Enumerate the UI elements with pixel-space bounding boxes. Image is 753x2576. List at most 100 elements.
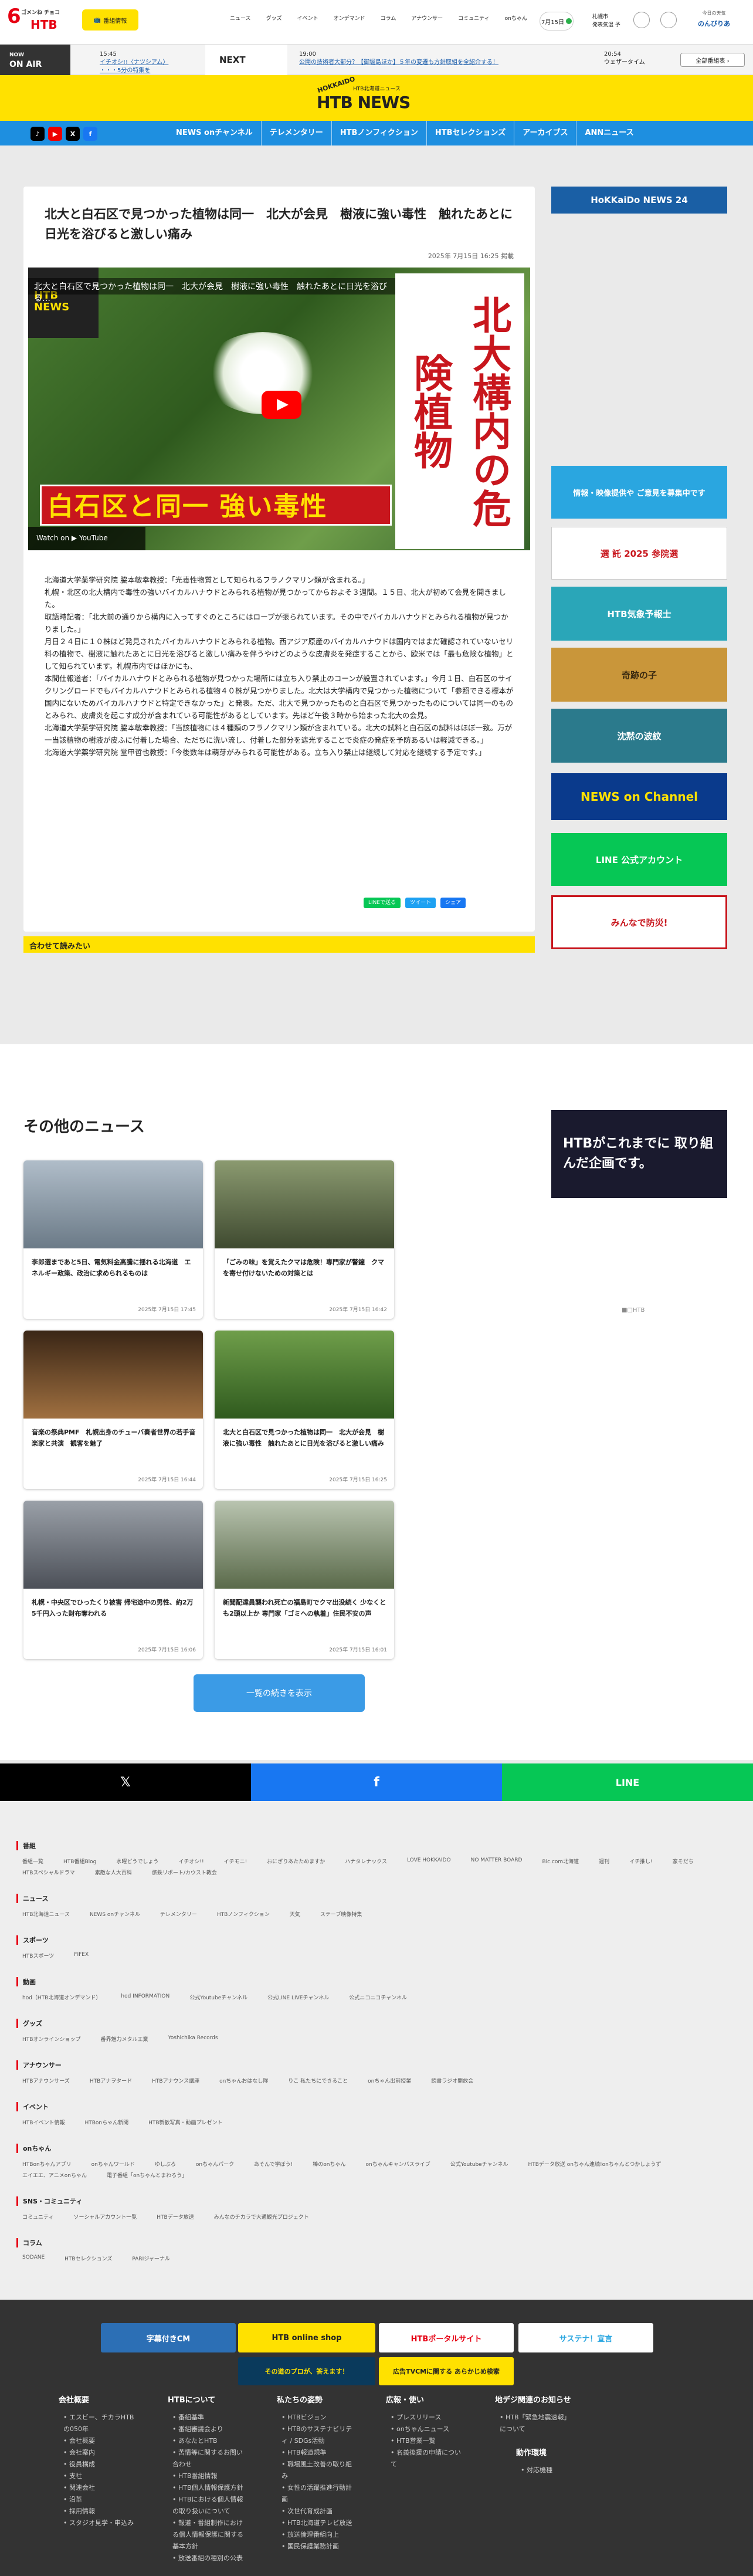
footer-shop-banner[interactable]: HTB online shop xyxy=(238,2323,375,2352)
onair-next[interactable]: 19:00 公開の技術者大部分？【御堀島ほか】５年の変遷も方針取組を全紹介する！ xyxy=(299,50,498,67)
sitemap-link[interactable]: onちゃんおはなし隊 xyxy=(219,2077,268,2084)
tiktok-icon[interactable]: ♪ xyxy=(30,127,45,141)
sitemap-link[interactable]: HTBセレクションズ xyxy=(65,2255,112,2262)
play-icon[interactable] xyxy=(262,391,301,419)
show-more-button[interactable]: 一覧の続きを表示 xyxy=(194,1674,365,1712)
news-card[interactable]: 「ごみの味」を覚えたクマは危険！専門家が警鐘 クマを寄せ付けないための対策とは 2… xyxy=(215,1160,394,1319)
sitemap-link[interactable]: HTBonちゃんアプリ xyxy=(22,2160,72,2168)
sitemap-link[interactable]: onちゃんキャンバスライブ xyxy=(366,2160,430,2168)
sitemap-link[interactable]: 棒のonちゃん xyxy=(313,2160,345,2168)
footer-sustena-banner[interactable]: サステナ！宣言 xyxy=(518,2323,653,2352)
sitemap-heading[interactable]: イベント xyxy=(16,2102,737,2111)
footer-link[interactable]: • 放送番組の種別の公表 xyxy=(168,2553,244,2564)
sitemap-heading[interactable]: スポーツ xyxy=(16,1935,737,1945)
chinmoku-banner[interactable]: 沈黙の波紋 xyxy=(551,709,727,763)
footer-link[interactable]: • プレスリリース xyxy=(386,2412,462,2423)
news-card[interactable]: 李郎選まであと5日、電気料金高騰に揺れる北海道 エネルギー政策、政治に求められる… xyxy=(23,1160,203,1319)
sitemap-link[interactable]: HTB北海道ニュース xyxy=(22,1910,70,1918)
youtube-icon[interactable]: ▶ xyxy=(48,127,62,141)
topnav-ondemand[interactable]: オンデマンド xyxy=(334,14,365,22)
footer-link[interactable]: • 対応機種 xyxy=(516,2465,592,2476)
sitemap-link[interactable]: テレメンタリー xyxy=(160,1910,197,1918)
nav-news-on-channel[interactable]: NEWS onチャンネル xyxy=(168,121,261,145)
facebook-share-button[interactable]: シェア xyxy=(440,898,466,908)
sitemap-link[interactable]: ゆしぶろ xyxy=(155,2160,176,2168)
sitemap-link[interactable]: onちゃん出前授業 xyxy=(368,2077,411,2084)
footer-link[interactable]: • 支社 xyxy=(59,2470,135,2482)
nav-nonfiction[interactable]: HTBノンフィクション xyxy=(331,121,426,145)
footer-link[interactable]: • スタジオ見学・申込み xyxy=(59,2517,135,2529)
sitemap-link[interactable]: 公式Youtubeチャンネル xyxy=(450,2160,508,2168)
footer-link[interactable]: • 名義後援の申請について xyxy=(386,2447,462,2470)
nav-archives[interactable]: アーカイブス xyxy=(514,121,576,145)
footer-link[interactable]: • 役員構成 xyxy=(59,2459,135,2470)
footer-link[interactable]: • あなたとHTB xyxy=(168,2435,244,2447)
footer-link[interactable]: • onちゃんニュース xyxy=(386,2423,462,2435)
sitemap-link[interactable]: NEWS onチャンネル xyxy=(90,1910,140,1918)
sitemap-link[interactable]: 素敵な人大百科 xyxy=(95,1868,132,1876)
footer-pro-banner[interactable]: その道のプロが、答えます！ xyxy=(238,2357,375,2385)
sitemap-link[interactable]: Bic.com北海道 xyxy=(542,1857,579,1865)
topnav-news[interactable]: ニュース xyxy=(230,14,251,22)
footer-link[interactable]: • HTB個人情報保護方針 xyxy=(168,2482,244,2494)
topnav-onchan[interactable]: onちゃん xyxy=(505,14,527,22)
footer-link[interactable]: • HTB報道規準 xyxy=(277,2447,353,2459)
news24-banner[interactable]: HoKKaiDo NEWS 24 xyxy=(551,187,727,214)
sitemap-link[interactable]: 水曜どうでしょう xyxy=(116,1857,158,1865)
sitemap-link[interactable]: 週刊 xyxy=(599,1857,609,1865)
sitemap-link[interactable]: hod INFORMATION xyxy=(121,1993,169,2001)
sitemap-link[interactable]: イチモニ! xyxy=(224,1857,247,1865)
weather-forecaster-banner[interactable]: HTB気象予報士 xyxy=(551,587,727,641)
footer-link[interactable]: • 職場風土改善の取り組み xyxy=(277,2459,353,2482)
footer-link[interactable]: • 女性の活躍推進行動計画 xyxy=(277,2482,353,2506)
footer-link[interactable]: • 国民保護業務計画 xyxy=(277,2541,353,2553)
sitemap-link[interactable]: りこ 私たちにできること xyxy=(288,2077,348,2084)
sitemap-heading[interactable]: 番組 xyxy=(16,1841,737,1850)
htb-projects-banner[interactable]: HTBがこれまでに 取り組んだ企画です。 xyxy=(551,1110,727,1198)
onair-now[interactable]: 15:45 イチオシ!!〈ナツシアム〉 ・・・5分の特集を xyxy=(100,50,168,75)
kiseki-banner[interactable]: 奇跡の子 xyxy=(551,648,727,702)
footer-tvcm-banner[interactable]: 広告TVCMに関する あらかじめ検索 xyxy=(379,2357,514,2385)
nav-selections[interactable]: HTBセレクションズ xyxy=(426,121,514,145)
sitemap-link[interactable]: HTBアナウンス講座 xyxy=(152,2077,199,2084)
footer-link[interactable]: • 報道・番組制作における個人情報保護に関する基本方針 xyxy=(168,2517,244,2553)
sitemap-link[interactable]: HTBonちゃん新聞 xyxy=(84,2118,128,2126)
sitemap-link[interactable]: コミュニティ xyxy=(22,2213,53,2220)
topnav-event[interactable]: イベント xyxy=(297,14,318,22)
x-icon[interactable]: X xyxy=(66,127,80,141)
news-card[interactable]: 新聞配達員襲われ死亡の福島町でクマ出没続く 少なくとも2頭以上か 専門家「ゴミへ… xyxy=(215,1501,394,1659)
footer-link[interactable]: • エスビー、チカラHTBの050年 xyxy=(59,2412,135,2435)
region-selector[interactable]: 今日の天気 のんびりあ xyxy=(698,8,730,29)
topnav-community[interactable]: コミュニティ xyxy=(458,14,489,22)
topnav-column[interactable]: コラム xyxy=(381,14,396,22)
footer-link[interactable]: • 次世代育成計画 xyxy=(277,2506,353,2517)
sitemap-link[interactable]: 番界魅力メタル工業 xyxy=(100,2035,148,2043)
htb-news-logo[interactable]: HOKKAIDO HTB北海道ニュース HTB NEWS xyxy=(317,75,436,115)
line-share-bar-button[interactable]: LINE xyxy=(502,1763,753,1801)
footer-portal-banner[interactable]: HTBポータルサイト xyxy=(379,2323,514,2352)
topnav-announcer[interactable]: アナウンサー xyxy=(411,14,443,22)
sitemap-heading[interactable]: ニュース xyxy=(16,1894,737,1903)
footer-link[interactable]: • 関連会社 xyxy=(59,2482,135,2494)
sitemap-link[interactable]: ソーシャルアカウント一覧 xyxy=(73,2213,137,2220)
sitemap-link[interactable]: HTBアナヲタード xyxy=(90,2077,132,2084)
sitemap-link[interactable]: Yoshichika Records xyxy=(168,2035,218,2043)
footer-link[interactable]: • HTB北海道テレビ放送 xyxy=(277,2517,353,2529)
sitemap-link[interactable]: HTB番組Blog xyxy=(63,1857,96,1865)
sitemap-link[interactable]: イチ推し! xyxy=(629,1857,653,1865)
footer-link[interactable]: • 番組審議会より xyxy=(168,2423,244,2435)
footer-link[interactable]: • HTBのサステナビリティ / SDGs活動 xyxy=(277,2423,353,2447)
facebook-share-bar-button[interactable]: f xyxy=(251,1763,502,1801)
topnav-goods[interactable]: グッズ xyxy=(266,14,282,22)
sitemap-link[interactable]: あそんで学ぼう! xyxy=(254,2160,293,2168)
sitemap-heading[interactable]: 動画 xyxy=(16,1977,737,1986)
sitemap-link[interactable]: エイエエ、アニメonちゃん xyxy=(22,2171,87,2179)
sitemap-link[interactable]: 公式Youtubeチャンネル xyxy=(189,1993,247,2001)
sitemap-link[interactable]: HTBアナウンサーズ xyxy=(22,2077,70,2084)
sitemap-link[interactable]: onちゃんパーク xyxy=(196,2160,234,2168)
sitemap-link[interactable]: PARIジャーナル xyxy=(132,2255,169,2262)
footer-link[interactable]: • 採用情報 xyxy=(59,2506,135,2517)
sitemap-link[interactable]: HTB新歓写真・動画プレゼント xyxy=(148,2118,222,2126)
nav-ann-news[interactable]: ANNニュース xyxy=(576,121,642,145)
line-banner[interactable]: LINE 公式アカウント xyxy=(551,833,727,886)
